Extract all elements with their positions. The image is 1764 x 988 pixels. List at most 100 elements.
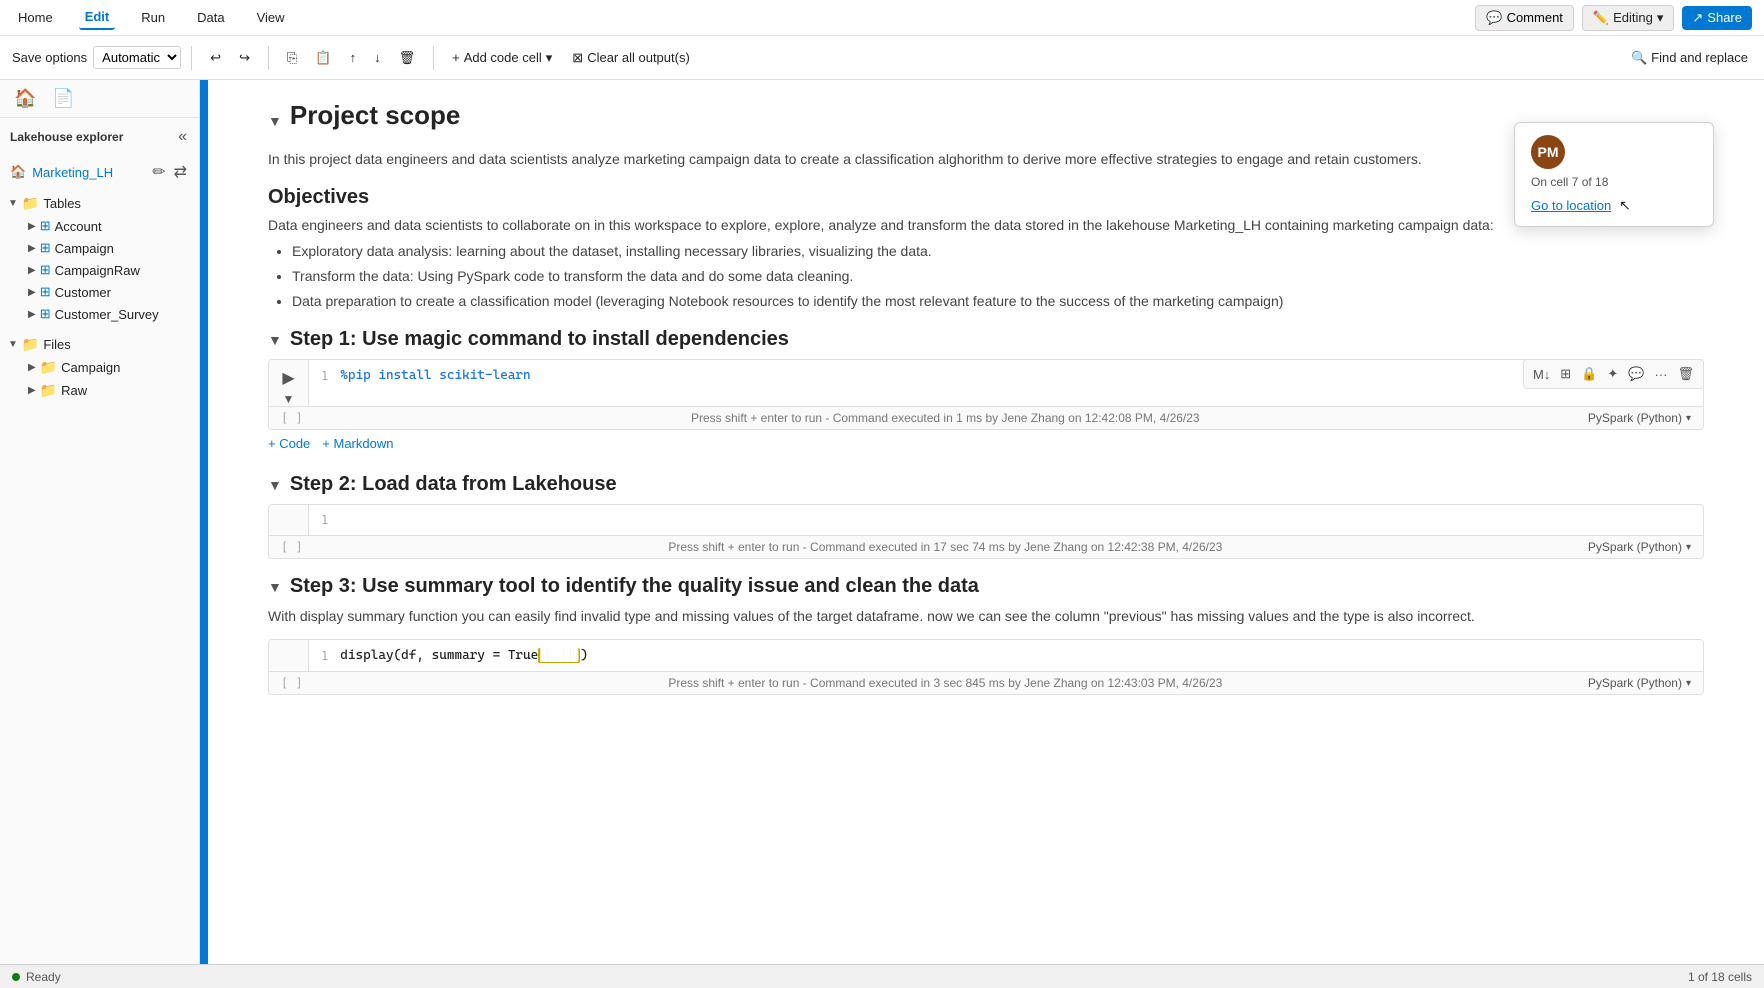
step3-collapse-button[interactable]: ▼ (268, 579, 282, 595)
lakehouse-edit-button[interactable]: ✏ (150, 160, 167, 184)
step2-cell-footer: [ ] Press shift + enter to run - Command… (269, 535, 1703, 558)
find-replace-label: Find and replace (1651, 50, 1748, 65)
step3-cell-body[interactable]: 1 display(df, summary = True█████) (309, 640, 1703, 671)
editing-label: Editing (1613, 10, 1653, 25)
menu-home[interactable]: Home (12, 6, 59, 29)
objectives-list: Exploratory data analysis: learning abou… (268, 241, 1704, 312)
sidebar-top-icons: 🏠 📄 (0, 80, 199, 118)
lakehouse-item[interactable]: 🏠 Marketing_LH ✏ ⇄ (0, 156, 199, 188)
tables-header[interactable]: ▼ 📁 Tables (0, 192, 199, 215)
menu-view[interactable]: View (251, 6, 291, 29)
step1-cell-body[interactable]: 1 %pip install scikit-learn (309, 360, 1703, 406)
step2-cell-wrapper: 1 [ ] Press shift + enter to run - Comma… (268, 504, 1704, 559)
status-ready-label: Ready (26, 970, 61, 984)
step1-collapse-button[interactable]: ▼ (268, 332, 282, 348)
undo-button[interactable]: ↩ (202, 46, 229, 70)
cell-delete-button[interactable]: 🗑 (1674, 364, 1697, 384)
step3-lang-chevron-icon: ▾ (1686, 678, 1691, 689)
step3-code-prefix: display(df, summary = True (340, 648, 538, 663)
menu-data[interactable]: Data (191, 6, 230, 29)
sidebar-item-campaign[interactable]: ▶ ⊞ Campaign (0, 237, 199, 259)
step2-cell: 1 [ ] Press shift + enter to run - Comma… (268, 504, 1704, 559)
step3-code-line: 1 display(df, summary = True█████) (321, 648, 1691, 663)
step2-cell-gutter (269, 505, 309, 535)
step2-cell-body[interactable]: 1 (309, 505, 1703, 535)
go-to-location-link[interactable]: Go to location ↖ (1531, 197, 1697, 214)
step2-line-num: 1 (321, 513, 328, 527)
step3-cell-lang[interactable]: PySpark (Python) ▾ (1588, 676, 1691, 690)
share-label: Share (1707, 10, 1742, 25)
files-raw-folder-icon: 📁 (40, 382, 57, 399)
cell-comment-button[interactable]: 💬 (1625, 364, 1647, 384)
editing-button[interactable]: ✏️ Editing ▾ (1582, 5, 1674, 31)
copy-cell-button[interactable]: ⎘ (279, 46, 305, 70)
campaignraw-chevron-icon: ▶ (28, 265, 36, 276)
project-scope-desc: In this project data engineers and data … (268, 149, 1704, 170)
move-down-button[interactable]: ↓ (366, 46, 389, 69)
step2-lang-chevron-icon: ▾ (1686, 542, 1691, 553)
sidebar: 🏠 📄 Lakehouse explorer « 🏠 Marketing_LH … (0, 80, 200, 964)
sidebar-item-files-campaign[interactable]: ▶ 📁 Campaign (0, 356, 199, 379)
step2-cell-run-area: 1 (269, 505, 1703, 535)
files-chevron-icon: ▼ (8, 339, 18, 350)
add-code-cell-button[interactable]: + Add code cell ▾ (444, 46, 560, 70)
step1-cell-bracket: [ ] (281, 411, 303, 425)
menu-run[interactable]: Run (135, 6, 171, 29)
cell-add-button[interactable]: ⊞ (1557, 364, 1574, 384)
sidebar-item-customer-survey[interactable]: ▶ ⊞ Customer_Survey (0, 303, 199, 325)
cell-markdown-button[interactable]: M↓ (1530, 365, 1553, 384)
comment-button[interactable]: 💬 Comment (1475, 5, 1574, 31)
cell-lock-button[interactable]: 🔒 (1578, 364, 1600, 384)
step1-cell: ▶ ▼ 1 %pip install scikit-learn [ ] Pre (268, 359, 1704, 430)
cell-actions: ⎘ 📋 ↑ ↓ 🗑 (279, 46, 423, 70)
save-mode-select[interactable]: Automatic (93, 46, 181, 69)
redo-button[interactable]: ↪ (231, 46, 258, 70)
step3-cell-bracket: [ ] (281, 676, 303, 690)
step3-code-highlight: █████ (538, 648, 580, 663)
objectives-title: Objectives (268, 186, 1704, 209)
lakehouse-name: Marketing_LH (32, 165, 113, 180)
move-up-button[interactable]: ↑ (342, 46, 365, 69)
lakehouse-explorer-label: Lakehouse explorer (10, 130, 123, 144)
home-icon-button[interactable]: 🏠 (10, 86, 40, 111)
step1-cell-lang[interactable]: PySpark (Python) ▾ (1588, 411, 1691, 425)
sidebar-item-account[interactable]: ▶ ⊞ Account (0, 215, 199, 237)
step1-expand-button[interactable]: ▼ (283, 392, 295, 406)
sidebar-collapse-button[interactable]: « (176, 126, 189, 148)
paste-cell-button[interactable]: 📋 (307, 46, 339, 70)
files-folder-icon: 📁 (22, 336, 39, 353)
account-table-icon: ⊞ (40, 218, 51, 234)
project-scope-collapse-button[interactable]: ▼ (268, 113, 282, 129)
status-bar: Ready 1 of 18 cells (0, 964, 1764, 988)
step1-add-markdown-button[interactable]: + Markdown (322, 436, 393, 451)
files-header[interactable]: ▼ 📁 Files (0, 333, 199, 356)
step1-lang-chevron-icon: ▾ (1686, 413, 1691, 424)
cell-info-text: On cell 7 of 18 (1531, 175, 1697, 189)
files-campaign-chevron-icon: ▶ (28, 362, 36, 373)
menu-edit[interactable]: Edit (79, 5, 116, 30)
find-replace-button[interactable]: 🔍 Find and replace (1623, 46, 1756, 70)
menu-right-actions: 💬 Comment ✏️ Editing ▾ ↗ Share (1475, 5, 1752, 31)
step1-cell-gutter: ▶ ▼ (269, 360, 309, 406)
share-icon: ↗ (1692, 10, 1703, 26)
clear-outputs-button[interactable]: ⊠ Clear all output(s) (564, 46, 698, 70)
user-tooltip-popup: PM On cell 7 of 18 Go to location ↖ (1514, 122, 1714, 227)
share-button[interactable]: ↗ Share (1682, 6, 1752, 30)
step1-run-button[interactable]: ▶ (282, 368, 294, 388)
campaign-table-icon: ⊞ (40, 240, 51, 256)
sidebar-item-files-raw[interactable]: ▶ 📁 Raw (0, 379, 199, 402)
notebook-active-indicator (200, 80, 208, 964)
step2-cell-lang[interactable]: PySpark (Python) ▾ (1588, 540, 1691, 554)
file-icon-button[interactable]: 📄 (48, 86, 78, 111)
delete-cell-button[interactable]: 🗑 (391, 46, 424, 70)
step2-collapse-button[interactable]: ▼ (268, 477, 282, 493)
cell-more-button[interactable]: ··· (1651, 365, 1670, 384)
add-code-cell-label: Add code cell (464, 50, 542, 65)
step1-add-code-button[interactable]: + Code (268, 436, 310, 451)
sidebar-item-campaignraw[interactable]: ▶ ⊞ CampaignRaw (0, 259, 199, 281)
lakehouse-refresh-button[interactable]: ⇄ (172, 160, 189, 184)
cell-ai-button[interactable]: ✦ (1604, 364, 1621, 384)
account-chevron-icon: ▶ (28, 221, 36, 232)
sidebar-item-customer[interactable]: ▶ ⊞ Customer (0, 281, 199, 303)
toolbar-separator-3 (433, 46, 434, 70)
